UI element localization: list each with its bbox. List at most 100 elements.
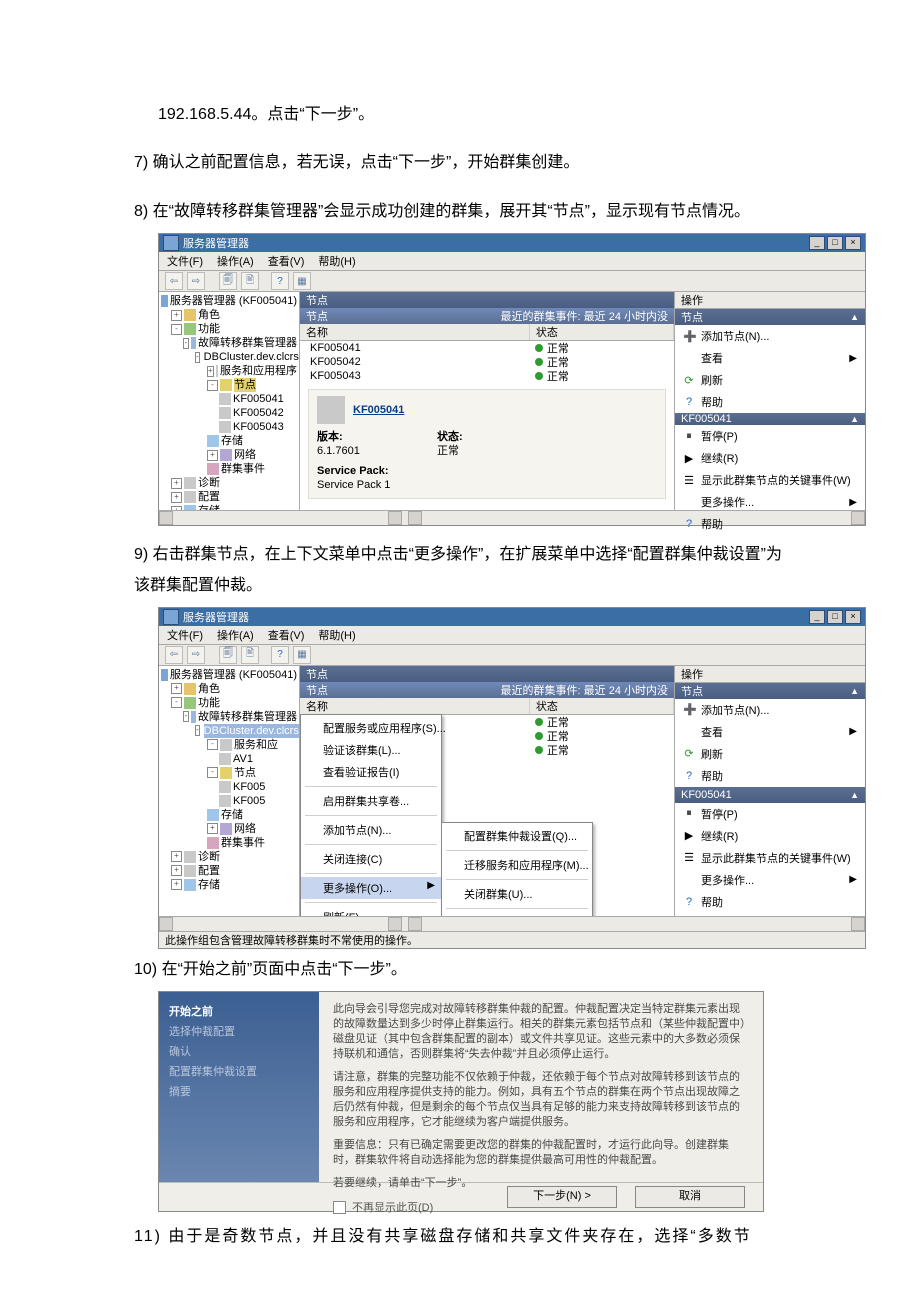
wizard-next-button[interactable]: 下一步(N) > (507, 1186, 617, 1208)
tree-features[interactable]: 功能 (198, 322, 220, 336)
tb-help-icon[interactable]: ? (271, 272, 289, 290)
col-status[interactable]: 状态 (530, 324, 674, 340)
close-button[interactable]: × (845, 610, 861, 624)
minimize-button[interactable]: _ (809, 610, 825, 624)
action-add-node[interactable]: ➕添加节点(N)... (675, 325, 865, 347)
titlebar[interactable]: 服务器管理器 _ □ × (159, 234, 865, 252)
ctx-sub-shutdown[interactable]: 关闭群集(U)... (442, 883, 592, 905)
tree-network[interactable]: 网络 (234, 448, 256, 462)
menubar[interactable]: 文件(F) 操作(A) 查看(V) 帮助(H) (159, 626, 865, 645)
maximize-button[interactable]: □ (827, 610, 843, 624)
wizard-cancel-button[interactable]: 取消 (635, 1186, 745, 1208)
close-button[interactable]: × (845, 236, 861, 250)
menu-help[interactable]: 帮助(H) (318, 627, 355, 643)
step-10: 10) 在“开始之前”页面中点击“下一步”。 (0, 955, 920, 985)
tree-av1[interactable]: AV1 (233, 752, 253, 766)
action-more[interactable]: 更多操作...▶ (675, 869, 865, 891)
ctx-sub-quorum[interactable]: 配置群集仲裁设置(Q)... (442, 825, 592, 847)
wiz-step-confirm: 确认 (169, 1042, 309, 1062)
menubar[interactable]: 文件(F) 操作(A) 查看(V) 帮助(H) (159, 252, 865, 271)
ctx-close-conn[interactable]: 关闭连接(C) (301, 848, 441, 870)
tree-pane[interactable]: 服务器管理器 (KF005041) +角色 -功能 -故障转移群集管理器 -DB… (159, 666, 300, 916)
menu-action[interactable]: 操作(A) (217, 253, 254, 269)
tree-scrollbar[interactable] (159, 510, 865, 525)
list-header[interactable]: 名称 状态 (300, 324, 674, 341)
action-more[interactable]: 更多操作...▶ (675, 491, 865, 513)
tree-pane[interactable]: 服务器管理器 (KF005041) +角色 -功能 -故障转移群集管理器 -DB… (159, 292, 300, 510)
col-name[interactable]: 名称 (300, 324, 530, 340)
tree-nodes[interactable]: 节点 (234, 378, 256, 392)
action-add-node[interactable]: ➕添加节点(N)... (675, 699, 865, 721)
ctx-view-report[interactable]: 查看验证报告(I) (301, 761, 441, 783)
action-help[interactable]: ?帮助 (675, 391, 865, 413)
action-refresh[interactable]: ⟳刷新 (675, 369, 865, 391)
ctx-validate[interactable]: 验证该群集(L)... (301, 739, 441, 761)
action-view[interactable]: 查看▶ (675, 721, 865, 743)
menu-view[interactable]: 查看(V) (268, 627, 305, 643)
ctx-sub-migrate[interactable]: 迁移服务和应用程序(M)... (442, 854, 592, 876)
tree-node-2[interactable]: KF005042 (233, 406, 284, 420)
action-refresh[interactable]: ⟳刷新 (675, 743, 865, 765)
tree-roles[interactable]: 角色 (198, 308, 220, 322)
minimize-button[interactable]: _ (809, 236, 825, 250)
ctx-add-node[interactable]: 添加节点(N)... (301, 819, 441, 841)
action-pause[interactable]: ⏸暂停(P) (675, 803, 865, 825)
tree-events[interactable]: 群集事件 (221, 462, 265, 476)
action-resume[interactable]: ▶继续(R) (675, 447, 865, 469)
window-title: 服务器管理器 (183, 235, 249, 251)
ctx-config-service[interactable]: 配置服务或应用程序(S)... (301, 717, 441, 739)
tree-diag[interactable]: 诊断 (198, 476, 220, 490)
tb-icon-2[interactable]: 🖹 (241, 272, 259, 290)
maximize-button[interactable]: □ (827, 236, 843, 250)
titlebar[interactable]: 服务器管理器 _ □ × (159, 608, 865, 626)
tree-cluster[interactable]: DBCluster.dev.clcrs (204, 350, 299, 364)
list-row[interactable]: KF005043 正常 (300, 369, 674, 383)
wizard-para-2: 请注意，群集的完整功能不仅依赖于仲裁，还依赖于每个节点对故障转移到该节点的服务和… (333, 1070, 749, 1130)
tree-root[interactable]: 服务器管理器 (KF005041) (170, 294, 297, 308)
tb-icon-3[interactable]: ▦ (293, 272, 311, 290)
menu-action[interactable]: 操作(A) (217, 627, 254, 643)
tree-node-3[interactable]: KF005043 (233, 420, 284, 434)
nav-fwd-icon[interactable]: ⇨ (187, 272, 205, 290)
ctx-enable-shared[interactable]: 启用群集共享卷... (301, 790, 441, 812)
scrollbar[interactable] (159, 916, 865, 931)
action-pause[interactable]: ⏸暂停(P) (675, 425, 865, 447)
tree-storage[interactable]: 存储 (221, 434, 243, 448)
tb-icon-1[interactable]: 🗐 (219, 272, 237, 290)
nav-back-icon[interactable]: ⇦ (165, 646, 183, 664)
detail-node-link[interactable]: KF005041 (353, 403, 404, 417)
context-submenu[interactable]: 配置群集仲裁设置(Q)... 迁移服务和应用程序(M)... 关闭群集(U)..… (441, 822, 593, 916)
window-title: 服务器管理器 (183, 609, 249, 625)
action-resume[interactable]: ▶继续(R) (675, 825, 865, 847)
actions-sec1[interactable]: 节点▲ (675, 309, 865, 325)
ctx-more[interactable]: 更多操作(O)...▶ (301, 877, 441, 899)
detail-state: 正常 (437, 445, 459, 457)
action-critical-events[interactable]: ☰显示此群集节点的关键事件(W) (675, 469, 865, 491)
actions-sec2[interactable]: KF005041▲ (675, 413, 865, 425)
action-help-2[interactable]: ?帮助 (675, 891, 865, 913)
ctx-sub-destroy[interactable]: 破坏群集(D)... (442, 912, 592, 916)
action-critical-events[interactable]: ☰显示此群集节点的关键事件(W) (675, 847, 865, 869)
tree-failover[interactable]: 故障转移群集管理器 (198, 336, 297, 350)
action-help[interactable]: ?帮助 (675, 765, 865, 787)
tree-cluster-selected[interactable]: DBCluster.dev.clcrs (204, 724, 299, 738)
ctx-refresh[interactable]: 刷新(F) (301, 906, 441, 916)
context-menu[interactable]: 配置服务或应用程序(S)... 验证该群集(L)... 查看验证报告(I) 启用… (300, 714, 442, 916)
menu-help[interactable]: 帮助(H) (318, 253, 355, 269)
tree-store[interactable]: 存储 (198, 504, 220, 510)
toolbar: ⇦ ⇨ 🗐 🖹 ? ▦ (159, 271, 865, 292)
expand-icon[interactable]: + (171, 310, 182, 321)
list-row[interactable]: KF005042 正常 (300, 355, 674, 369)
checkbox-icon[interactable] (333, 1201, 346, 1214)
tree-config[interactable]: 配置 (198, 490, 220, 504)
menu-view[interactable]: 查看(V) (268, 253, 305, 269)
nav-fwd-icon[interactable]: ⇨ (187, 646, 205, 664)
tree-node-1[interactable]: KF005041 (233, 392, 284, 406)
action-view[interactable]: 查看▶ (675, 347, 865, 369)
nav-back-icon[interactable]: ⇦ (165, 272, 183, 290)
menu-file[interactable]: 文件(F) (167, 253, 203, 269)
tree-svcapp[interactable]: 服务和应用程序 (220, 364, 297, 378)
menu-file[interactable]: 文件(F) (167, 627, 203, 643)
detail-version-label: 版本: (317, 431, 343, 443)
list-row[interactable]: KF005041 正常 (300, 341, 674, 355)
